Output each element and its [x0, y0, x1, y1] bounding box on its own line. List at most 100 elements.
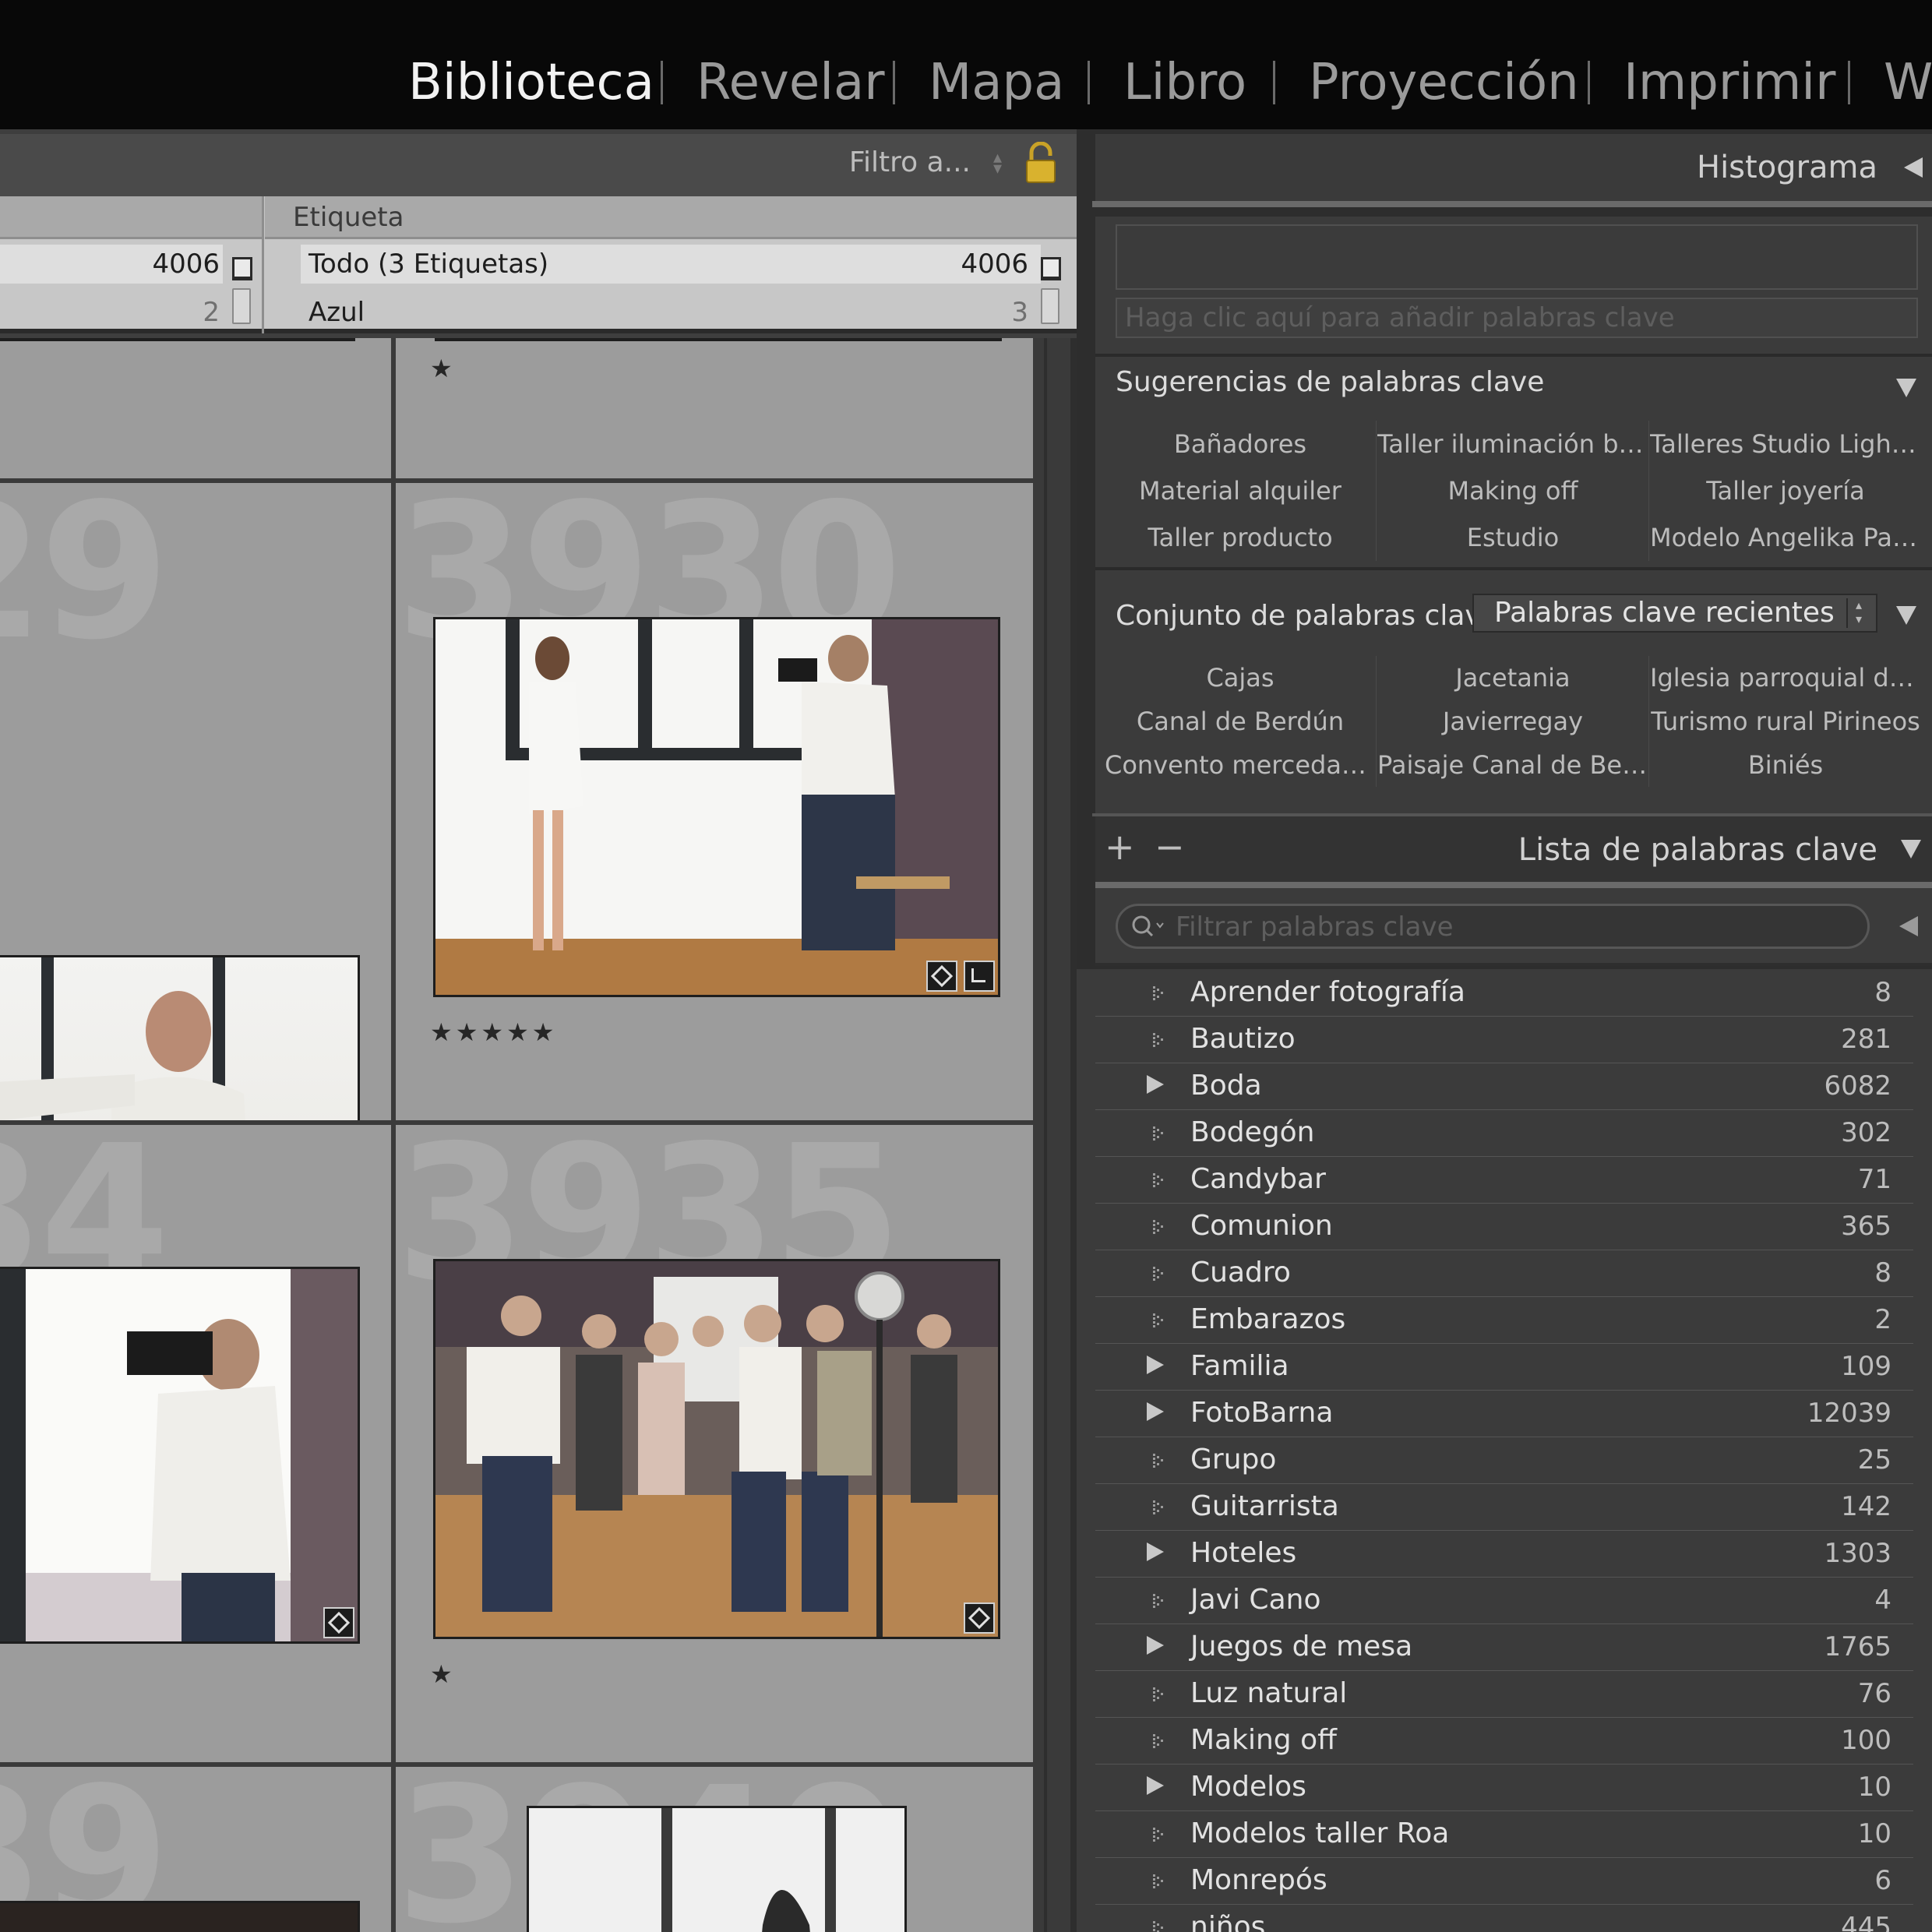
add-keyword-button[interactable]: + [1105, 827, 1135, 866]
updown-icon[interactable]: ▴ ▾ [993, 150, 1002, 178]
keyword-set-item[interactable]: Paisaje Canal de Berdún [1377, 743, 1649, 787]
photo-thumbnail[interactable] [0, 955, 360, 1120]
keyword-set-item[interactable]: Turismo rural Pirineos [1650, 700, 1921, 743]
suggested-keyword[interactable]: Bañadores [1105, 421, 1377, 467]
thumb-bottom-edge [435, 338, 1002, 341]
keyword-list-item[interactable]: Juegos de mesa 1765 [1095, 1624, 1913, 1671]
column-select-checkbox[interactable] [232, 257, 252, 280]
module-libro[interactable]: Libro [1123, 48, 1246, 117]
collapse-down-icon[interactable] [1896, 606, 1916, 625]
develop-adjusted-icon[interactable] [964, 961, 995, 992]
keyword-list-item[interactable]: Making off 100 [1095, 1717, 1913, 1765]
keyword-tags-area[interactable] [1116, 224, 1918, 290]
column-scrollbar[interactable] [1041, 288, 1059, 324]
add-keyword-input[interactable]: Haga clic aquí para añadir palabras clav… [1116, 298, 1918, 338]
keyword-count: 365 [1841, 1211, 1891, 1242]
collapse-left-icon[interactable] [1904, 157, 1923, 178]
grid-scrollbar[interactable] [1044, 338, 1077, 1932]
column-scrollbar[interactable] [232, 288, 251, 324]
keyword-list-header[interactable]: + − Lista de palabras clave [1095, 816, 1932, 882]
keyword-set-item[interactable]: Convento mercedario... [1105, 743, 1377, 787]
keyword-list-item[interactable]: Comunion 365 [1095, 1203, 1913, 1250]
keyword-list-item[interactable]: Familia 109 [1095, 1343, 1913, 1391]
keyword-set-item[interactable]: Javierregay [1377, 700, 1649, 743]
suggested-keyword[interactable]: Taller producto [1105, 514, 1377, 561]
keyword-list-item[interactable]: Luz natural 76 [1095, 1670, 1913, 1718]
star-rating[interactable]: ★ [430, 354, 456, 383]
module-biblioteca[interactable]: Biblioteca [408, 48, 654, 117]
keyword-list-item[interactable]: Grupo 25 [1095, 1437, 1913, 1484]
grid-cell[interactable]: 3935 ★ [396, 1125, 1033, 1762]
grid-cell[interactable]: 34 [0, 1125, 391, 1762]
keyword-set-item[interactable]: Biniés [1650, 743, 1921, 787]
keyword-set-item[interactable]: Cajas [1105, 656, 1377, 700]
star-rating[interactable]: ★★★★★ [430, 1017, 557, 1047]
keyword-set-item[interactable]: Canal de Berdún [1105, 700, 1377, 743]
keyword-list-item[interactable]: Modelos taller Roa 10 [1095, 1810, 1913, 1858]
suggested-keyword[interactable]: Making off [1377, 467, 1649, 514]
keyword-badge-icon[interactable] [926, 961, 957, 992]
keyword-list-item[interactable]: Bautizo 281 [1095, 1016, 1913, 1063]
keyword-badge-icon[interactable] [964, 1602, 995, 1634]
keyword-list-item[interactable]: Embarazos 2 [1095, 1296, 1913, 1344]
filter-preset-select[interactable]: Filtro a... [849, 146, 971, 178]
grid-cell[interactable]: 39 [0, 1767, 391, 1932]
module-proyeccion[interactable]: Proyección [1309, 48, 1579, 117]
star-rating[interactable]: ★ [430, 1659, 456, 1689]
keyword-set-item[interactable]: Iglesia parroquial de J... [1650, 656, 1921, 700]
keyword-list-item[interactable]: Guitarrista 142 [1095, 1483, 1913, 1531]
expand-arrow-icon[interactable] [1147, 1356, 1164, 1374]
photo-thumbnail[interactable] [433, 1259, 1000, 1639]
keyword-list-item[interactable]: Hoteles 1303 [1095, 1530, 1913, 1578]
keyword-badge-icon[interactable] [323, 1607, 354, 1638]
column-select-checkbox[interactable] [1041, 257, 1061, 280]
expand-arrow-icon[interactable] [1147, 1776, 1164, 1795]
keyword-list-item[interactable]: Monrepós 6 [1095, 1857, 1913, 1905]
expand-arrow-icon[interactable] [1147, 1402, 1164, 1421]
photo-thumbnail[interactable] [0, 1901, 360, 1932]
collapse-down-icon[interactable] [1896, 379, 1916, 397]
lock-icon[interactable] [1024, 142, 1058, 184]
keyword-list-item[interactable]: FotoBarna 12039 [1095, 1390, 1913, 1437]
keyword-set-item[interactable]: Jacetania [1377, 656, 1649, 700]
expand-arrow-icon[interactable] [1147, 1075, 1164, 1094]
keyword-list-item[interactable]: Bodegón 302 [1095, 1109, 1913, 1157]
keyword-list-item[interactable]: Cuadro 8 [1095, 1250, 1913, 1297]
module-separator [1848, 61, 1850, 104]
keyword-count: 6082 [1824, 1070, 1891, 1102]
keyword-set-select[interactable]: Palabras clave recientes [1472, 594, 1877, 633]
suggested-keyword[interactable]: Material alquiler [1105, 467, 1377, 514]
grid-cell[interactable]: 3930 ★★★★★ [396, 483, 1033, 1120]
suggested-keyword[interactable]: Modelo Angelika Pavl... [1650, 514, 1921, 561]
keyword-filter-input[interactable]: Filtrar palabras clave [1116, 904, 1870, 949]
expand-arrow-icon[interactable] [1147, 1542, 1164, 1561]
grid-cell[interactable]: ★ [396, 338, 1033, 478]
keyword-list-item[interactable]: Boda 6082 [1095, 1063, 1913, 1110]
grid-cell[interactable] [0, 338, 391, 478]
module-revelar[interactable]: Revelar [696, 48, 885, 117]
photo-thumbnail[interactable] [527, 1806, 907, 1932]
remove-keyword-button[interactable]: − [1155, 827, 1185, 866]
select-arrows-icon[interactable]: ▴ ▾ [1846, 598, 1870, 628]
expand-arrow-icon[interactable] [1147, 1636, 1164, 1655]
filter-options-icon[interactable] [1899, 916, 1918, 936]
suggested-keyword[interactable]: Talleres Studio Lightr... [1650, 421, 1921, 467]
keyword-list-item[interactable]: niños 445 [1095, 1904, 1913, 1932]
module-mapa[interactable]: Mapa [929, 48, 1064, 117]
suggested-keyword[interactable]: Taller iluminación bás... [1377, 421, 1649, 467]
keyword-list-item[interactable]: Aprender fotografía 8 [1095, 969, 1913, 1017]
keyword-name: FotoBarna [1190, 1397, 1334, 1429]
module-web[interactable]: W [1884, 48, 1932, 117]
keyword-list-item[interactable]: Javi Cano 4 [1095, 1577, 1913, 1624]
grid-cell[interactable]: 29 [0, 483, 391, 1120]
photo-thumbnail[interactable] [0, 1267, 360, 1644]
suggested-keyword[interactable]: Estudio [1377, 514, 1649, 561]
grid-cell[interactable]: 3940 [396, 1767, 1033, 1932]
suggested-keyword[interactable]: Taller joyería [1650, 467, 1921, 514]
module-imprimir[interactable]: Imprimir [1624, 48, 1835, 117]
photo-thumbnail[interactable] [433, 617, 1000, 997]
collapse-down-icon[interactable] [1901, 840, 1921, 858]
keyword-list-item[interactable]: Modelos 10 [1095, 1764, 1913, 1811]
keyword-list-item[interactable]: Candybar 71 [1095, 1156, 1913, 1204]
histogram-header[interactable]: Histograma [1095, 134, 1932, 201]
